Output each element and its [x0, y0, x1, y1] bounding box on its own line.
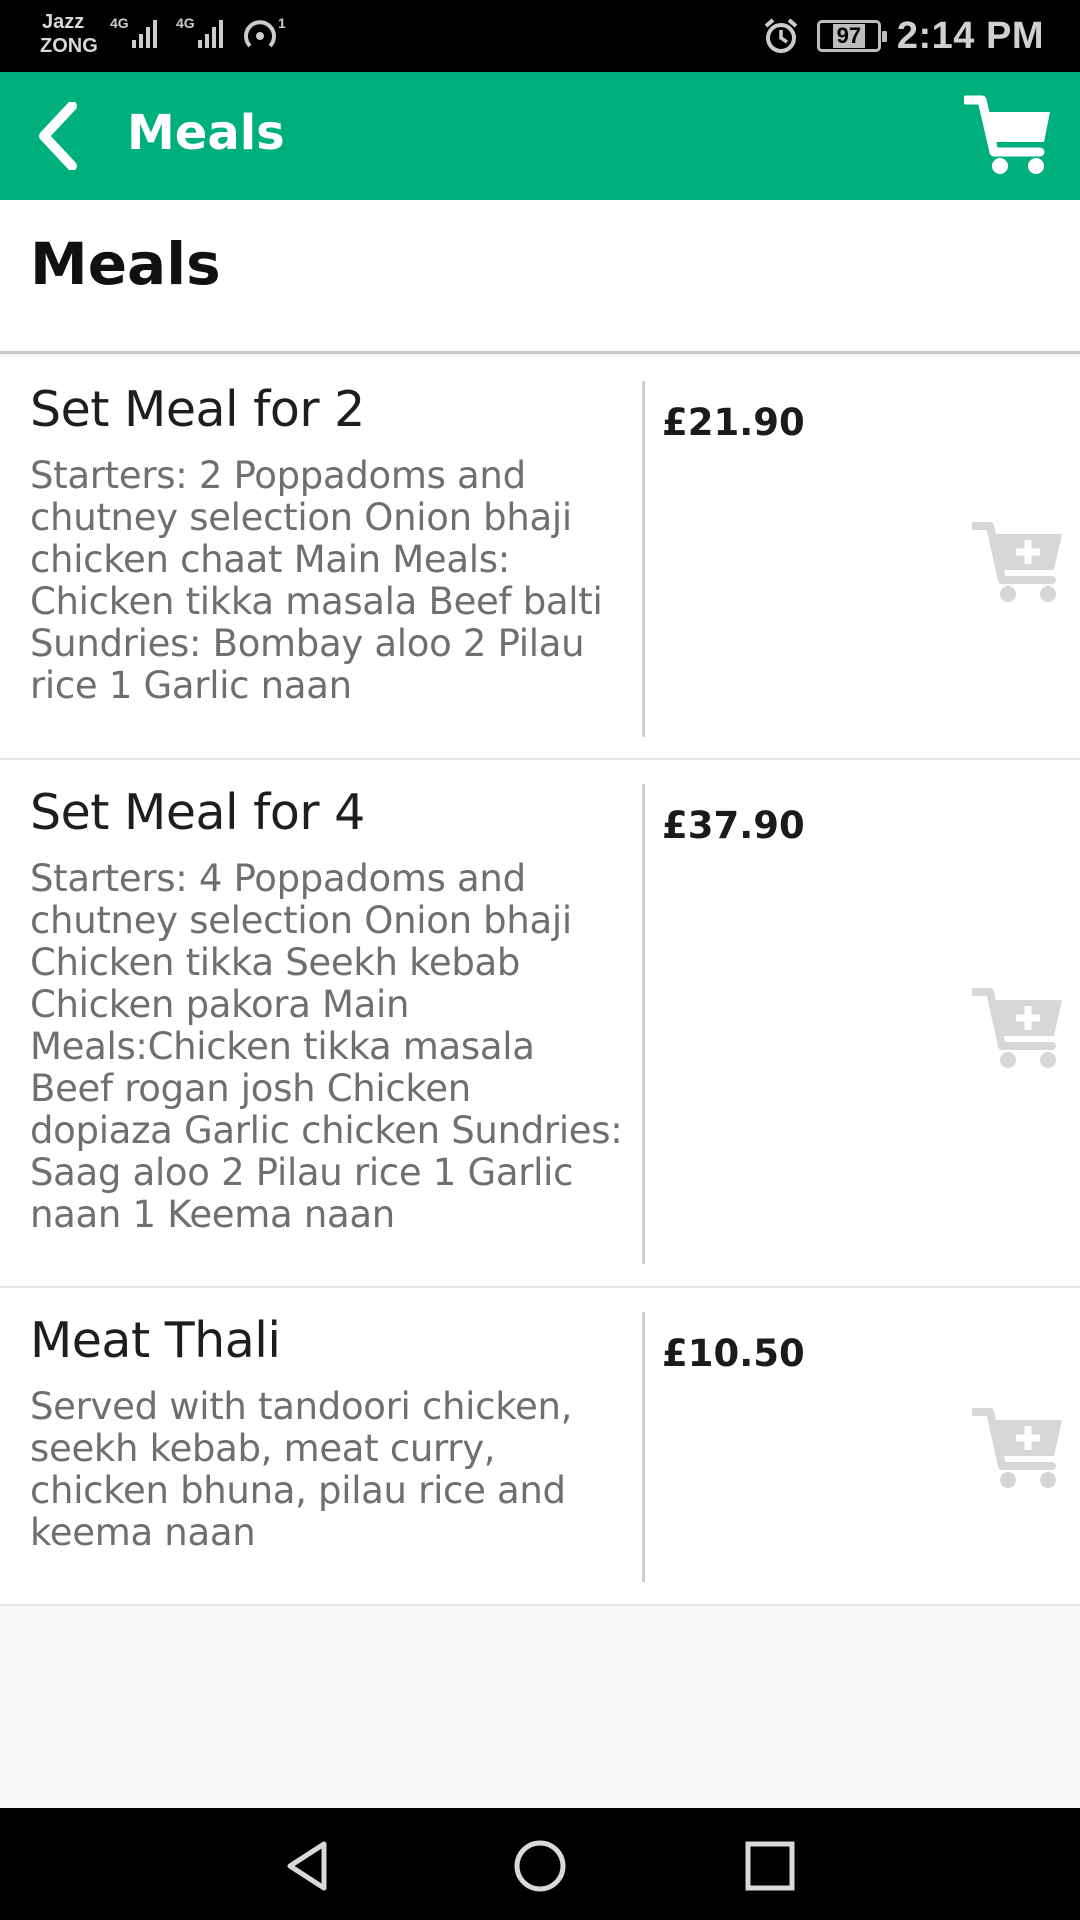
meal-description-line: naan 1 Keema naan [30, 1193, 395, 1236]
cart-add-icon [970, 988, 1062, 1068]
meal-description-line: seekh kebab, meat curry, [30, 1427, 496, 1470]
cart-button[interactable] [961, 94, 1054, 178]
meal-description: Starters: 4 Poppadoms and chutney select… [30, 858, 635, 1236]
meal-description-line: Chicken tikka Seekh kebab [30, 941, 521, 984]
svg-text:1: 1 [278, 15, 286, 31]
add-to-cart-button[interactable] [970, 520, 1068, 606]
carrier-labels: Jazz ZONG [40, 10, 98, 58]
svg-text:4G: 4G [176, 15, 195, 31]
meal-description-line: Meals:Chicken tikka masala [30, 1025, 535, 1068]
app-bar: Meals [0, 72, 1080, 200]
meal-description-line: chicken bhuna, pilau rice and [30, 1469, 566, 1512]
shopping-cart-icon [961, 95, 1050, 174]
meal-name: Meat Thali [30, 1312, 281, 1369]
meal-info: Meat Thali Served with tandoori chicken,… [30, 1312, 635, 1554]
home-circle-icon [514, 1840, 566, 1892]
meal-divider [642, 381, 645, 737]
carrier-2: ZONG [40, 35, 98, 57]
meal-list: Set Meal for 2 Starters: 2 Poppadoms and… [0, 357, 1080, 1606]
meal-description-line: Beef rogan josh Chicken [30, 1067, 471, 1110]
meal-price: £10.50 [662, 1332, 805, 1375]
carrier-1: Jazz [42, 11, 85, 33]
meal-name: Set Meal for 4 [30, 784, 365, 841]
meal-description-line: Sundries: Bombay aloo 2 Pilau [30, 622, 585, 665]
svg-text:4G: 4G [110, 15, 129, 31]
meal-description-line: Saag aloo 2 Pilau rice 1 Garlic [30, 1151, 574, 1194]
nav-home-button[interactable] [512, 1838, 568, 1894]
add-to-cart-button[interactable] [970, 986, 1068, 1072]
status-bar: Jazz ZONG 4G 4G 1 97 2:14 PM [0, 0, 1080, 72]
cart-add-icon [970, 522, 1062, 602]
meal-info: Set Meal for 2 Starters: 2 Poppadoms and… [30, 381, 635, 707]
hotspot-icon: 1 [244, 15, 286, 48]
meal-item[interactable]: Set Meal for 4 Starters: 4 Poppadoms and… [0, 760, 1080, 1288]
add-to-cart-button[interactable] [970, 1406, 1068, 1492]
back-triangle-icon [287, 1841, 327, 1891]
status-right: 97 2:14 PM [761, 14, 1044, 58]
nav-back-button[interactable] [280, 1838, 336, 1894]
meal-description: Served with tandoori chicken, seekh keba… [30, 1386, 635, 1554]
meal-price: £37.90 [662, 804, 805, 847]
page-header: Meals [0, 200, 1080, 354]
meal-info: Set Meal for 4 Starters: 4 Poppadoms and… [30, 784, 635, 1236]
meal-divider [642, 1312, 645, 1582]
battery-level: 97 [832, 24, 866, 48]
nav-recents-button[interactable] [742, 1838, 798, 1894]
meal-description-line: Starters: 4 Poppadoms and [30, 857, 526, 900]
meal-description-line: chutney selection Onion bhaji [30, 899, 572, 942]
recents-square-icon [745, 1841, 795, 1891]
meal-description-line: Served with tandoori chicken, [30, 1385, 573, 1428]
meal-description-line: chicken chaat Main Meals: [30, 538, 510, 581]
meal-item[interactable]: Meat Thali Served with tandoori chicken,… [0, 1288, 1080, 1606]
meal-price: £21.90 [662, 401, 805, 444]
meal-description-line: Chicken pakora Main [30, 983, 410, 1026]
app-bar-title: Meals [127, 105, 285, 161]
meal-description-line: chutney selection Onion bhaji [30, 496, 572, 539]
page-title: Meals [30, 230, 221, 298]
battery-icon: 97 [816, 20, 887, 52]
alarm-icon [764, 18, 798, 53]
meal-description: Starters: 2 Poppadoms and chutney select… [30, 455, 635, 707]
meal-name: Set Meal for 2 [30, 381, 365, 438]
cart-add-icon [970, 1408, 1062, 1488]
meal-description-line: rice 1 Garlic naan [30, 664, 352, 707]
signal-4g-icon: 4G [176, 15, 223, 48]
signal-4g-icon: 4G [110, 15, 157, 48]
meal-divider [642, 784, 645, 1264]
meal-description-line: keema naan [30, 1511, 256, 1554]
meal-item[interactable]: Set Meal for 2 Starters: 2 Poppadoms and… [0, 357, 1080, 760]
meal-description-line: Chicken tikka masala Beef balti [30, 580, 603, 623]
meal-description-line: dopiaza Garlic chicken Sundries: [30, 1109, 623, 1152]
back-button[interactable] [24, 102, 92, 170]
status-time: 2:14 PM [896, 14, 1044, 57]
chevron-left-icon [39, 102, 77, 170]
meal-description-line: Starters: 2 Poppadoms and [30, 454, 526, 497]
system-nav-bar [0, 1808, 1080, 1920]
